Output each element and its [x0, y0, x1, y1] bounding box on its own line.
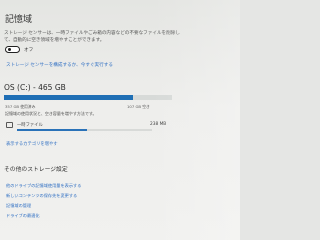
show-more-categories-link[interactable]: 表示するカテゴリを増やす — [6, 141, 58, 147]
storage-settings-screen: 記憶域 ストレージ センサーは、一時ファイルやごみ箱の内容などの不要なファイルを… — [0, 0, 240, 240]
description-line-1: ストレージ センサーは、一時ファイルやごみ箱の内容などの不要なファイルを削除し — [4, 31, 180, 36]
storage-usage-note: 記憶域の使用状況と、空き容量を増やす方法です。 — [5, 111, 97, 116]
category-usage-fill — [17, 129, 88, 131]
toggle-knob — [8, 48, 11, 51]
manage-storage-link[interactable]: 記憶域の管理 — [6, 201, 156, 211]
category-label: 一時ファイル — [17, 123, 43, 128]
drive-usage-fill — [4, 95, 134, 100]
view-other-drives-link[interactable]: 他のドライブの記憶域使用量を表示する — [6, 181, 156, 191]
used-space-text: 357 GB 使用済み — [5, 104, 36, 109]
category-size: 238 MB — [150, 122, 167, 127]
other-storage-settings-heading: その他のストレージ設定 — [4, 167, 68, 173]
optimize-drives-link[interactable]: ドライブの最適化 — [6, 211, 156, 221]
toggle-state-label: オフ — [24, 48, 34, 53]
storage-sense-description: ストレージ センサーは、一時ファイルやごみ箱の内容などの不要なファイルを削除し … — [4, 30, 180, 44]
drive-title: OS (C:) - 465 GB — [4, 83, 66, 92]
category-usage-bar — [17, 129, 152, 131]
drive-usage-bar — [4, 95, 172, 100]
configure-storage-sense-link[interactable]: ストレージ センサーを構成するか、今すぐ実行する — [6, 62, 113, 68]
temporary-files-category[interactable]: 一時ファイル 238 MB — [4, 120, 174, 134]
temporary-files-icon — [6, 122, 13, 128]
description-line-2: て、自動的に空き領域を増やすことができます。 — [4, 38, 105, 43]
storage-sense-toggle[interactable] — [5, 46, 20, 53]
page-title: 記憶域 — [5, 15, 33, 25]
other-storage-settings-list: 他のドライブの記憶域使用量を表示する 新しいコンテンツの保存先を変更する 記憶域… — [6, 181, 156, 221]
free-space-text: 107 GB 空き — [127, 104, 150, 109]
change-save-location-link[interactable]: 新しいコンテンツの保存先を変更する — [6, 191, 156, 201]
